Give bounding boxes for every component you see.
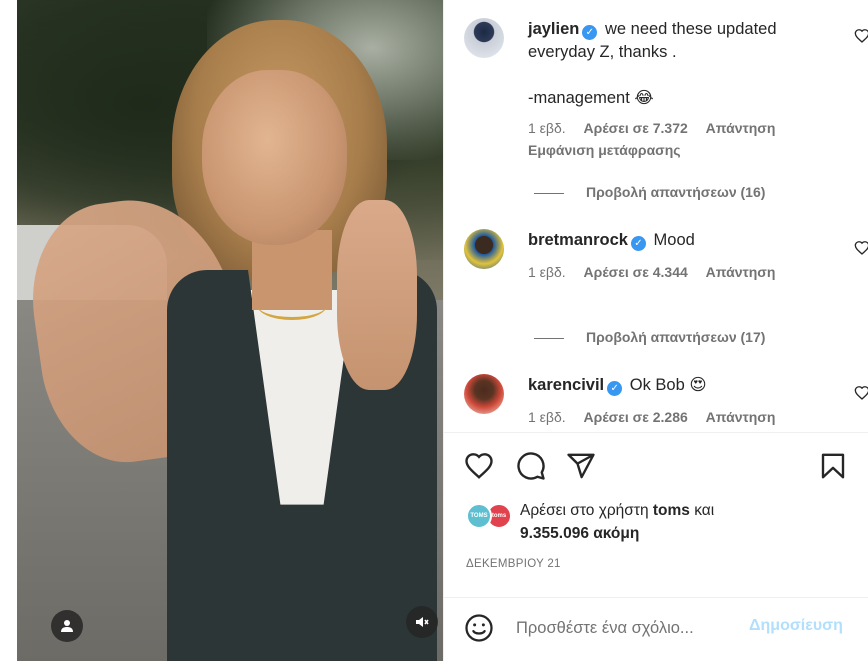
bookmark-icon[interactable] (818, 451, 848, 481)
comment-icon[interactable] (516, 451, 546, 481)
tagged-users-button[interactable] (51, 610, 83, 642)
heart-icon[interactable] (854, 385, 868, 401)
comment-input[interactable] (516, 616, 746, 640)
comment-time[interactable]: 1 εβδ. (528, 264, 566, 280)
see-translation-button[interactable]: Εμφάνιση μετάφρασης (528, 142, 681, 158)
view-replies-button[interactable]: Προβολή απαντήσεων (16) (534, 184, 765, 200)
comment-text: jaylien ✓ we need these updated everyday … (528, 18, 828, 110)
person-arm-right (337, 200, 417, 390)
comment-text: bretmanrock ✓ Mood (528, 229, 828, 252)
left-gutter (0, 0, 17, 661)
avatar[interactable] (464, 374, 504, 414)
heart-icon[interactable] (854, 240, 868, 256)
likes-count[interactable]: 9.355.096 ακόμη (520, 525, 639, 542)
translation-row: Εμφάνιση μετάφρασης (528, 142, 695, 158)
avatar[interactable] (464, 229, 504, 269)
avatar: TOMS (466, 503, 492, 529)
heart-icon[interactable] (464, 451, 494, 481)
avatar[interactable] (464, 18, 504, 58)
comment-text: karencivil ✓ Ok Bob 😍 (528, 374, 828, 397)
comment-likes[interactable]: Αρέσει σε 2.286 (584, 409, 688, 425)
liked-by-avatars[interactable]: TOMS toms (466, 503, 516, 533)
emoji-icon[interactable] (464, 613, 494, 643)
comment-meta: 1 εβδ. Αρέσει σε 7.372 Απάντηση (528, 120, 789, 136)
comment-username[interactable]: jaylien (528, 20, 579, 38)
view-replies-button[interactable]: Προβολή απαντήσεων (17) (534, 329, 765, 345)
heart-icon[interactable] (854, 28, 868, 44)
replies-divider (534, 337, 564, 339)
likes-conj: και (694, 502, 715, 519)
reply-button[interactable]: Απάντηση (706, 120, 776, 136)
person-face (202, 70, 347, 245)
post-video[interactable] (17, 0, 443, 661)
view-replies-label: Προβολή απαντήσεων (17) (586, 329, 766, 345)
verified-badge-icon: ✓ (582, 25, 598, 40)
reply-button[interactable]: Απάντηση (706, 409, 776, 425)
comment-username[interactable]: karencivil (528, 376, 604, 394)
comment-text-line3: -management 😂 (528, 89, 654, 107)
verified-badge-icon: ✓ (607, 381, 623, 396)
comment-likes[interactable]: Αρέσει σε 7.372 (584, 120, 688, 136)
person-necklace (257, 290, 327, 320)
replies-divider (534, 192, 564, 194)
comment-text-line1: we need these updated (604, 20, 777, 38)
comment-time[interactable]: 1 εβδ. (528, 409, 566, 425)
post-side-panel: jaylien ✓ we need these updated everyday … (443, 0, 868, 661)
view-replies-label: Προβολή απαντήσεων (16) (586, 184, 766, 200)
verified-badge-icon: ✓ (630, 236, 646, 251)
likes-prefix: Αρέσει στο χρήστη (520, 502, 649, 519)
share-icon[interactable] (566, 451, 596, 481)
comment-meta: 1 εβδ. Αρέσει σε 4.344 Απάντηση (528, 264, 789, 280)
speaker-muted-icon (416, 617, 429, 627)
comments-list[interactable]: jaylien ✓ we need these updated everyday … (444, 0, 868, 432)
post-actions: TOMS toms Αρέσει στο χρήστη toms και 9.3… (444, 432, 868, 597)
user-icon (61, 620, 73, 632)
comment-meta: 1 εβδ. Αρέσει σε 2.286 Απάντηση (528, 409, 789, 425)
comment-likes[interactable]: Αρέσει σε 4.344 (584, 264, 688, 280)
comment-text-line1: Mood (653, 231, 695, 249)
post-button[interactable]: Δημοσίευση (749, 617, 843, 635)
post-date[interactable]: ΔΕΚΕΜΒΡΙΟΥ 21 (466, 558, 561, 570)
comment-text-line1: Ok Bob 😍 (629, 376, 707, 394)
liked-by-username[interactable]: toms (653, 502, 690, 519)
comment-time[interactable]: 1 εβδ. (528, 120, 566, 136)
likes-text: Αρέσει στο χρήστη toms και 9.355.096 ακό… (520, 499, 714, 545)
add-comment-bar: Δημοσίευση (444, 597, 868, 661)
mute-button[interactable] (406, 606, 438, 638)
reply-button[interactable]: Απάντηση (706, 264, 776, 280)
comment-username[interactable]: bretmanrock (528, 231, 628, 249)
comment-text-line2: everyday Z, thanks . (528, 43, 677, 61)
